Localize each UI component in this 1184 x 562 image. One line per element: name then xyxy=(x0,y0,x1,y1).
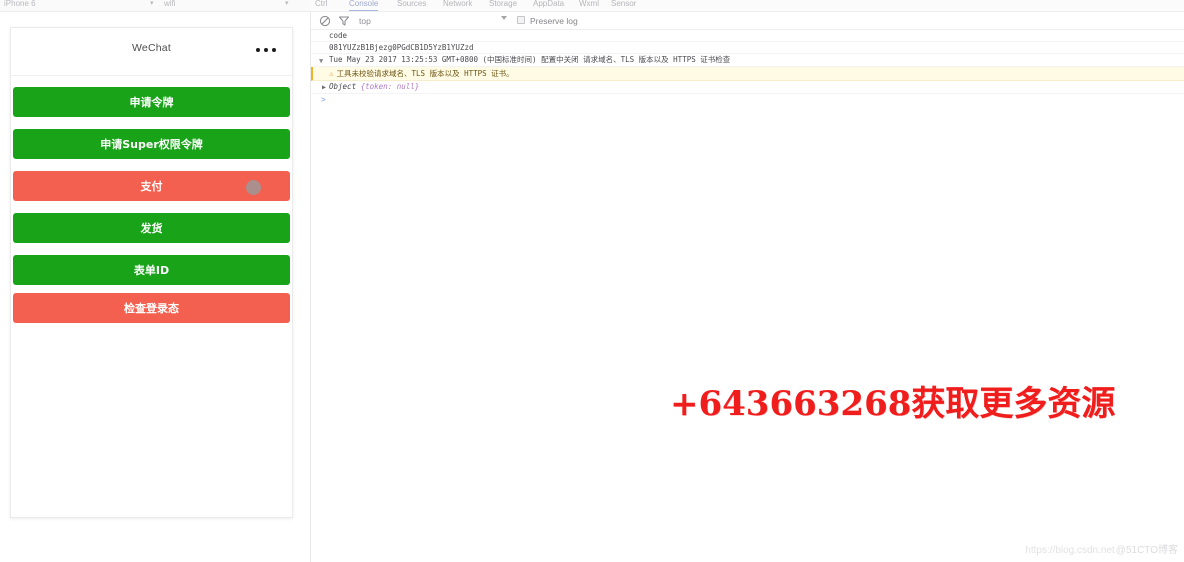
tab-sensor[interactable]: Sensor xyxy=(611,0,636,9)
app-root: iPhone 6 ▾ wifi ▾ Ctrl Console Sources N… xyxy=(0,0,1184,562)
warning-triangle-icon: ⚠ xyxy=(329,69,334,78)
wechat-simulator-panel: WeChat 申请令牌 申请Super权限令牌 支付 发货 表单ID 检查登录态 xyxy=(10,27,293,518)
page-title: WeChat xyxy=(132,42,171,54)
console-log-area[interactable]: code 081YUZzB1Bjezg0PGdCB1D5YzB1YUZzd ▼ … xyxy=(311,30,1184,562)
tab-wxml[interactable]: Wxml xyxy=(579,0,599,9)
log-text: code xyxy=(329,31,348,40)
simulator-device-bar: iPhone 6 ▾ wifi ▾ xyxy=(0,0,310,11)
more-dots-icon[interactable] xyxy=(256,48,276,52)
tab-sources[interactable]: Sources xyxy=(397,0,426,9)
tab-storage[interactable]: Storage xyxy=(489,0,517,9)
console-row-code-label: code xyxy=(311,30,1184,42)
chevron-down-icon[interactable] xyxy=(501,16,507,20)
preserve-log-checkbox[interactable] xyxy=(517,16,525,24)
expand-arrow-icon[interactable]: ▶ xyxy=(322,81,326,93)
console-row-timestamp-group[interactable]: ▼ Tue May 23 2017 13:25:53 GMT+0800 (中国标… xyxy=(311,54,1184,67)
execution-context-selector[interactable]: top xyxy=(359,15,371,27)
devtools-tab-bar: Ctrl Console Sources Network Storage App… xyxy=(311,0,1184,11)
site-watermark: https://blog.csdn.net@51CTO博客 xyxy=(1025,541,1178,556)
dot xyxy=(264,48,268,52)
check-login-state-button[interactable]: 检查登录态 xyxy=(13,293,290,323)
log-text: Tue May 23 2017 13:25:53 GMT+0800 (中国标准时… xyxy=(329,55,731,64)
console-row-object[interactable]: ▶ Object {token: null} xyxy=(311,81,1184,94)
expand-triangle-icon[interactable]: ▼ xyxy=(319,55,323,67)
tab-appdata[interactable]: AppData xyxy=(533,0,564,9)
filter-icon[interactable] xyxy=(338,15,350,27)
form-id-button[interactable]: 表单ID xyxy=(13,255,290,285)
log-text: 081YUZzB1Bjezg0PGdCB1D5YzB1YUZzd xyxy=(329,43,474,52)
device-dropdown-caret-icon[interactable]: ▾ xyxy=(150,0,154,9)
miniprogram-navbar: WeChat xyxy=(11,28,292,76)
device-name-label[interactable]: iPhone 6 xyxy=(4,0,36,9)
console-row-warning: ⚠ 工具未校验请求域名、TLS 版本以及 HTTPS 证书。 xyxy=(311,67,1184,81)
promo-watermark-text: +643663268获取更多资源 xyxy=(670,384,1116,424)
touch-cursor-indicator xyxy=(246,180,261,195)
action-button-list: 申请令牌 申请Super权限令牌 支付 发货 表单ID 检查登录态 xyxy=(11,76,292,323)
ship-button[interactable]: 发货 xyxy=(13,213,290,243)
tab-console[interactable]: Console xyxy=(349,0,379,11)
network-dropdown-caret-icon[interactable]: ▾ xyxy=(285,0,289,9)
object-preview: {token: null} xyxy=(360,82,420,91)
console-input-prompt[interactable]: > xyxy=(311,94,1184,106)
tab-network[interactable]: Network xyxy=(443,0,472,9)
console-row-code-value: 081YUZzB1Bjezg0PGdCB1D5YzB1YUZzd xyxy=(311,42,1184,54)
tab-ctrl[interactable]: Ctrl xyxy=(315,0,327,9)
network-mode-label[interactable]: wifi xyxy=(164,0,176,9)
apply-token-button[interactable]: 申请令牌 xyxy=(13,87,290,117)
log-text: 工具未校验请求域名、TLS 版本以及 HTTPS 证书。 xyxy=(336,69,514,78)
prompt-caret-icon: > xyxy=(321,95,326,104)
object-name: Object xyxy=(329,82,357,91)
dot xyxy=(272,48,276,52)
apply-super-token-button[interactable]: 申请Super权限令牌 xyxy=(13,129,290,159)
console-toolbar: top Preserve log xyxy=(311,12,1184,30)
watermark-brand: @51CTO博客 xyxy=(1115,545,1178,556)
dot xyxy=(256,48,260,52)
clear-console-icon[interactable] xyxy=(319,15,331,27)
preserve-log-label[interactable]: Preserve log xyxy=(530,15,578,27)
watermark-url: https://blog.csdn.net xyxy=(1025,545,1115,556)
